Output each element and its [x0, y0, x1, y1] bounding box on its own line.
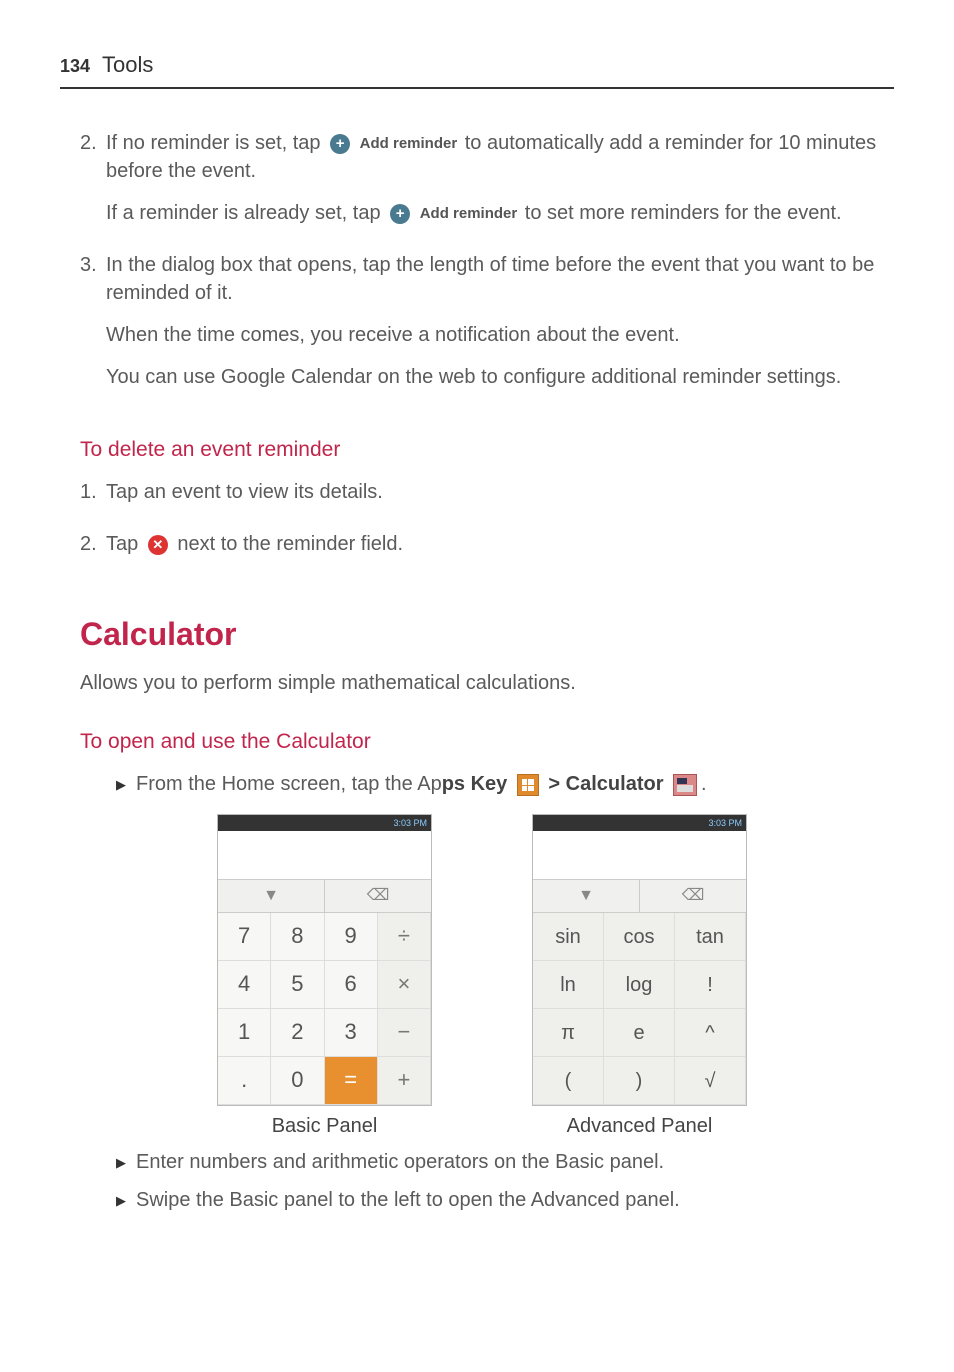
calc-bullet-2: ▶ Enter numbers and arithmetic operators… [116, 1148, 884, 1176]
step-2: 2. If no reminder is set, tap + Add remi… [80, 129, 884, 241]
calc-key-([interactable]: ( [533, 1057, 604, 1105]
status-bar: 3:03 PM [218, 815, 431, 831]
advanced-panel-screenshot: 3:03 PM ▼ ⌫ sincostan lnlog! πe^ ()√ [532, 814, 747, 1106]
delete-step-2-text: Tap ✕ next to the reminder field. [106, 530, 884, 558]
calc-key-2[interactable]: 2 [271, 1009, 324, 1057]
calc-key-![interactable]: ! [675, 961, 746, 1009]
calc-key-ln[interactable]: ln [533, 961, 604, 1009]
calculator-heading: Calculator [80, 612, 884, 657]
calc-key-1[interactable]: 1 [218, 1009, 271, 1057]
text: . [701, 773, 707, 795]
dropdown-button[interactable]: ▼ [218, 880, 325, 912]
add-reminder-label: Add reminder [420, 205, 518, 222]
bullet-text: From the Home screen, tap the Apps Key >… [136, 770, 707, 798]
step-3: 3. In the dialog box that opens, tap the… [80, 251, 884, 405]
calc-key-log[interactable]: log [604, 961, 675, 1009]
step-number: 3. [80, 251, 106, 405]
calc-key-÷[interactable]: ÷ [378, 913, 431, 961]
calc-key-0[interactable]: 0 [271, 1057, 324, 1105]
apps-key-icon [517, 774, 539, 796]
step-number: 1. [80, 478, 106, 520]
dropdown-button[interactable]: ▼ [533, 880, 640, 912]
calculator-label: Calculator [566, 773, 669, 795]
basic-keypad: 789÷ 456× 123−.0=+ [218, 913, 431, 1105]
calculator-app-icon [673, 774, 697, 796]
calc-key-sin[interactable]: sin [533, 913, 604, 961]
apps-key-label: ps Key [442, 773, 513, 795]
step-number: 2. [80, 129, 106, 241]
triangle-bullet-icon: ▶ [116, 1192, 126, 1210]
calc-key-5[interactable]: 5 [271, 961, 324, 1009]
calc-key-9[interactable]: 9 [325, 913, 378, 961]
advanced-panel-block: 3:03 PM ▼ ⌫ sincostan lnlog! πe^ ()√ Advanc… [532, 814, 747, 1140]
plus-circle-icon: + [330, 134, 350, 154]
content-area: 2. If no reminder is set, tap + Add remi… [60, 129, 894, 1215]
page-header: 134 Tools [60, 50, 894, 89]
text: to set more reminders for the event. [525, 202, 842, 224]
calc-bullet-1: ▶ From the Home screen, tap the Apps Key… [116, 770, 884, 798]
close-circle-icon: ✕ [148, 535, 168, 555]
calc-key-π[interactable]: π [533, 1009, 604, 1057]
text: From the Home screen, tap the Ap [136, 773, 442, 795]
calc-key-e[interactable]: e [604, 1009, 675, 1057]
calc-display [533, 831, 746, 879]
calc-key-√[interactable]: √ [675, 1057, 746, 1105]
add-reminder-label: Add reminder [360, 135, 458, 152]
text: If a reminder is already set, tap [106, 202, 386, 224]
calc-key-=[interactable]: = [325, 1057, 378, 1105]
plus-circle-icon: + [390, 204, 410, 224]
calc-key-tan[interactable]: tan [675, 913, 746, 961]
advanced-keypad: sincostan lnlog! πe^ ()√ [533, 913, 746, 1105]
bullet-text: Swipe the Basic panel to the left to ope… [136, 1186, 680, 1214]
text: Tap [106, 533, 144, 555]
calc-key-×[interactable]: × [378, 961, 431, 1009]
section-title: Tools [102, 50, 153, 81]
basic-panel-block: 3:03 PM ▼ ⌫ 789÷ 456× 123−.0=+ Basic Panel [217, 814, 432, 1140]
calc-key-+[interactable]: + [378, 1057, 431, 1105]
basic-panel-screenshot: 3:03 PM ▼ ⌫ 789÷ 456× 123−.0=+ [217, 814, 432, 1106]
calc-controls: ▼ ⌫ [218, 879, 431, 913]
delete-step-2: 2. Tap ✕ next to the reminder field. [80, 530, 884, 572]
text: If no reminder is set, tap [106, 132, 326, 154]
step-3-para-1: In the dialog box that opens, tap the le… [106, 251, 884, 307]
calc-key-3[interactable]: 3 [325, 1009, 378, 1057]
calc-key-8[interactable]: 8 [271, 913, 324, 961]
backspace-button[interactable]: ⌫ [640, 880, 746, 912]
page-number: 134 [60, 54, 90, 79]
calc-key-)[interactable]: ) [604, 1057, 675, 1105]
triangle-bullet-icon: ▶ [116, 776, 126, 794]
delete-reminder-heading: To delete an event reminder [80, 435, 884, 464]
calc-bullet-3: ▶ Swipe the Basic panel to the left to o… [116, 1186, 884, 1214]
calc-key-4[interactable]: 4 [218, 961, 271, 1009]
triangle-bullet-icon: ▶ [116, 1154, 126, 1172]
panels-row: 3:03 PM ▼ ⌫ 789÷ 456× 123−.0=+ Basic Panel… [80, 814, 884, 1140]
step-number: 2. [80, 530, 106, 572]
calc-key-7[interactable]: 7 [218, 913, 271, 961]
separator: > [548, 773, 565, 795]
delete-step-1: 1. Tap an event to view its details. [80, 478, 884, 520]
calc-key-^[interactable]: ^ [675, 1009, 746, 1057]
calc-key-.[interactable]: . [218, 1057, 271, 1105]
status-bar: 3:03 PM [533, 815, 746, 831]
calc-display [218, 831, 431, 879]
calc-key-6[interactable]: 6 [325, 961, 378, 1009]
text: next to the reminder field. [177, 533, 403, 555]
bullet-text: Enter numbers and arithmetic operators o… [136, 1148, 664, 1176]
basic-panel-caption: Basic Panel [217, 1112, 432, 1140]
calc-key-−[interactable]: − [378, 1009, 431, 1057]
step-2-para-1: If no reminder is set, tap + Add reminde… [106, 129, 884, 185]
calc-key-cos[interactable]: cos [604, 913, 675, 961]
backspace-button[interactable]: ⌫ [325, 880, 431, 912]
step-3-para-2: When the time comes, you receive a notif… [106, 321, 884, 349]
step-3-para-3: You can use Google Calendar on the web t… [106, 363, 884, 391]
calculator-sub-heading: To open and use the Calculator [80, 727, 884, 756]
calculator-intro: Allows you to perform simple mathematica… [80, 669, 884, 697]
delete-step-1-text: Tap an event to view its details. [106, 478, 884, 506]
step-2-para-2: If a reminder is already set, tap + Add … [106, 199, 884, 227]
calc-controls: ▼ ⌫ [533, 879, 746, 913]
advanced-panel-caption: Advanced Panel [532, 1112, 747, 1140]
